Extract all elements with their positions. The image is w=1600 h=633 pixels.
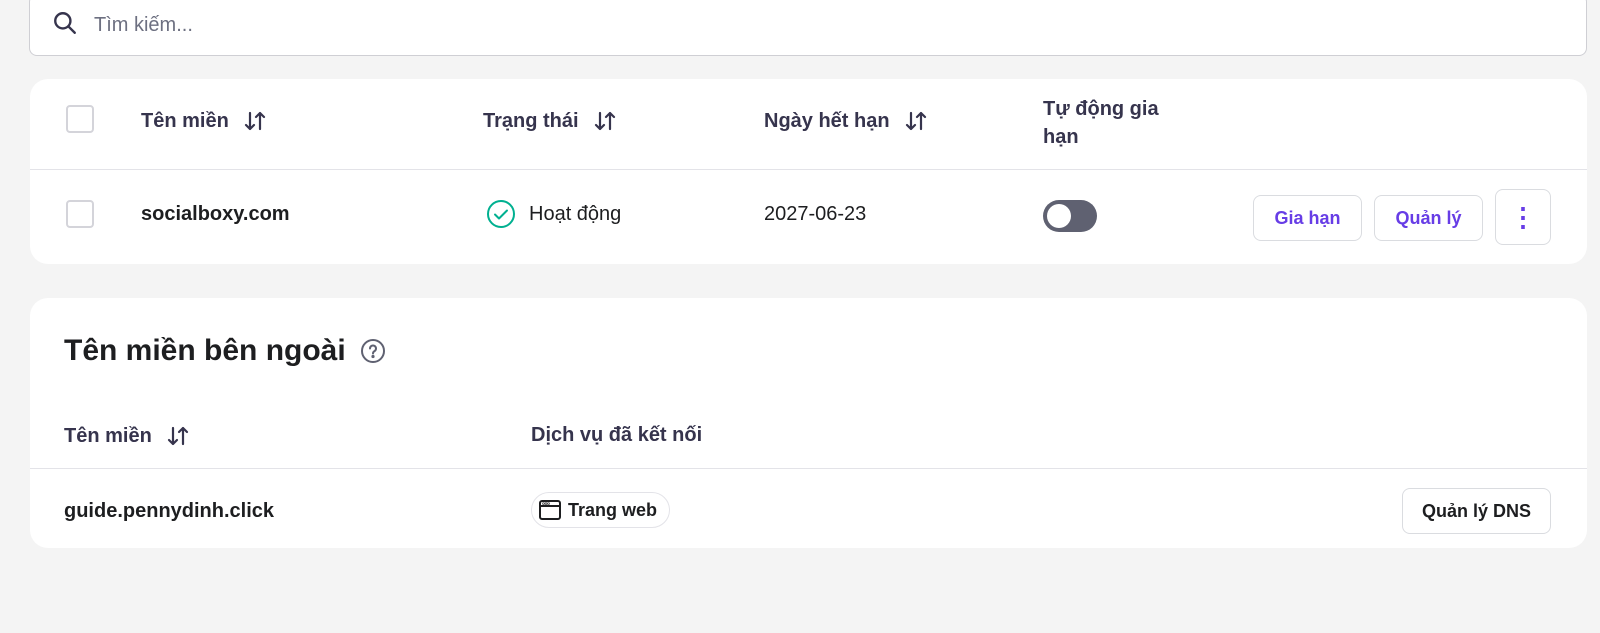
domain-name[interactable]: socialboxy.com [141,203,290,226]
section-title-label: Tên miền bên ngoài [64,334,346,367]
help-icon[interactable] [360,338,386,364]
external-domains-card: Tên miền bên ngoài Tên miền Dịch vụ đã k… [30,298,1587,548]
select-all-checkbox[interactable] [66,105,94,133]
external-domain-name[interactable]: guide.pennydinh.click [64,500,274,523]
check-circle-icon [487,200,515,228]
toggle-knob [1047,204,1071,228]
column-header-services-label: Dịch vụ đã kết nối [531,424,703,446]
manage-dns-button[interactable]: Quản lý DNS [1402,488,1551,534]
status-cell: Hoạt động [486,199,621,229]
column-header-auto-renew: Tự động gia hạn [1043,95,1159,151]
domains-table-card: Tên miền Trạng thái Ngày hết hạn Tự động… [30,79,1587,264]
service-chip-website[interactable]: Trang web [531,492,671,528]
browser-window-icon [539,500,561,520]
row-checkbox[interactable] [66,200,94,228]
column-header-status[interactable]: Trạng thái [483,109,617,133]
column-header-services: Dịch vụ đã kết nối [531,424,702,447]
column-header-auto-renew-line1: Tự động gia [1043,98,1159,120]
auto-renew-toggle[interactable] [1043,200,1097,232]
column-header-expiry-label: Ngày hết hạn [764,109,890,132]
column-header-domain-label: Tên miền [141,109,229,132]
header-divider [30,169,1587,170]
expiry-date: 2027-06-23 [764,203,867,225]
search-bar[interactable] [29,0,1587,56]
sort-icon[interactable] [243,109,267,133]
column-header-auto-renew-line2: hạn [1043,126,1079,148]
search-input[interactable] [94,13,1494,37]
service-chip-label: Trang web [568,499,658,520]
header-divider [30,468,1587,469]
renew-button[interactable]: Gia hạn [1253,195,1362,241]
column-header-domain[interactable]: Tên miền [64,424,190,448]
manage-button[interactable]: Quản lý [1374,195,1483,241]
column-header-domain-label: Tên miền [64,424,152,447]
status-label: Hoạt động [529,202,622,225]
sort-icon[interactable] [904,109,928,133]
kebab-menu-icon[interactable]: ⋮ [1495,189,1551,245]
column-header-expiry[interactable]: Ngày hết hạn [764,109,928,133]
sort-icon[interactable] [166,424,190,448]
sort-icon[interactable] [593,109,617,133]
search-icon [52,10,78,41]
column-header-status-label: Trạng thái [483,109,579,132]
section-title: Tên miền bên ngoài [64,334,386,368]
column-header-domain[interactable]: Tên miền [141,109,267,133]
